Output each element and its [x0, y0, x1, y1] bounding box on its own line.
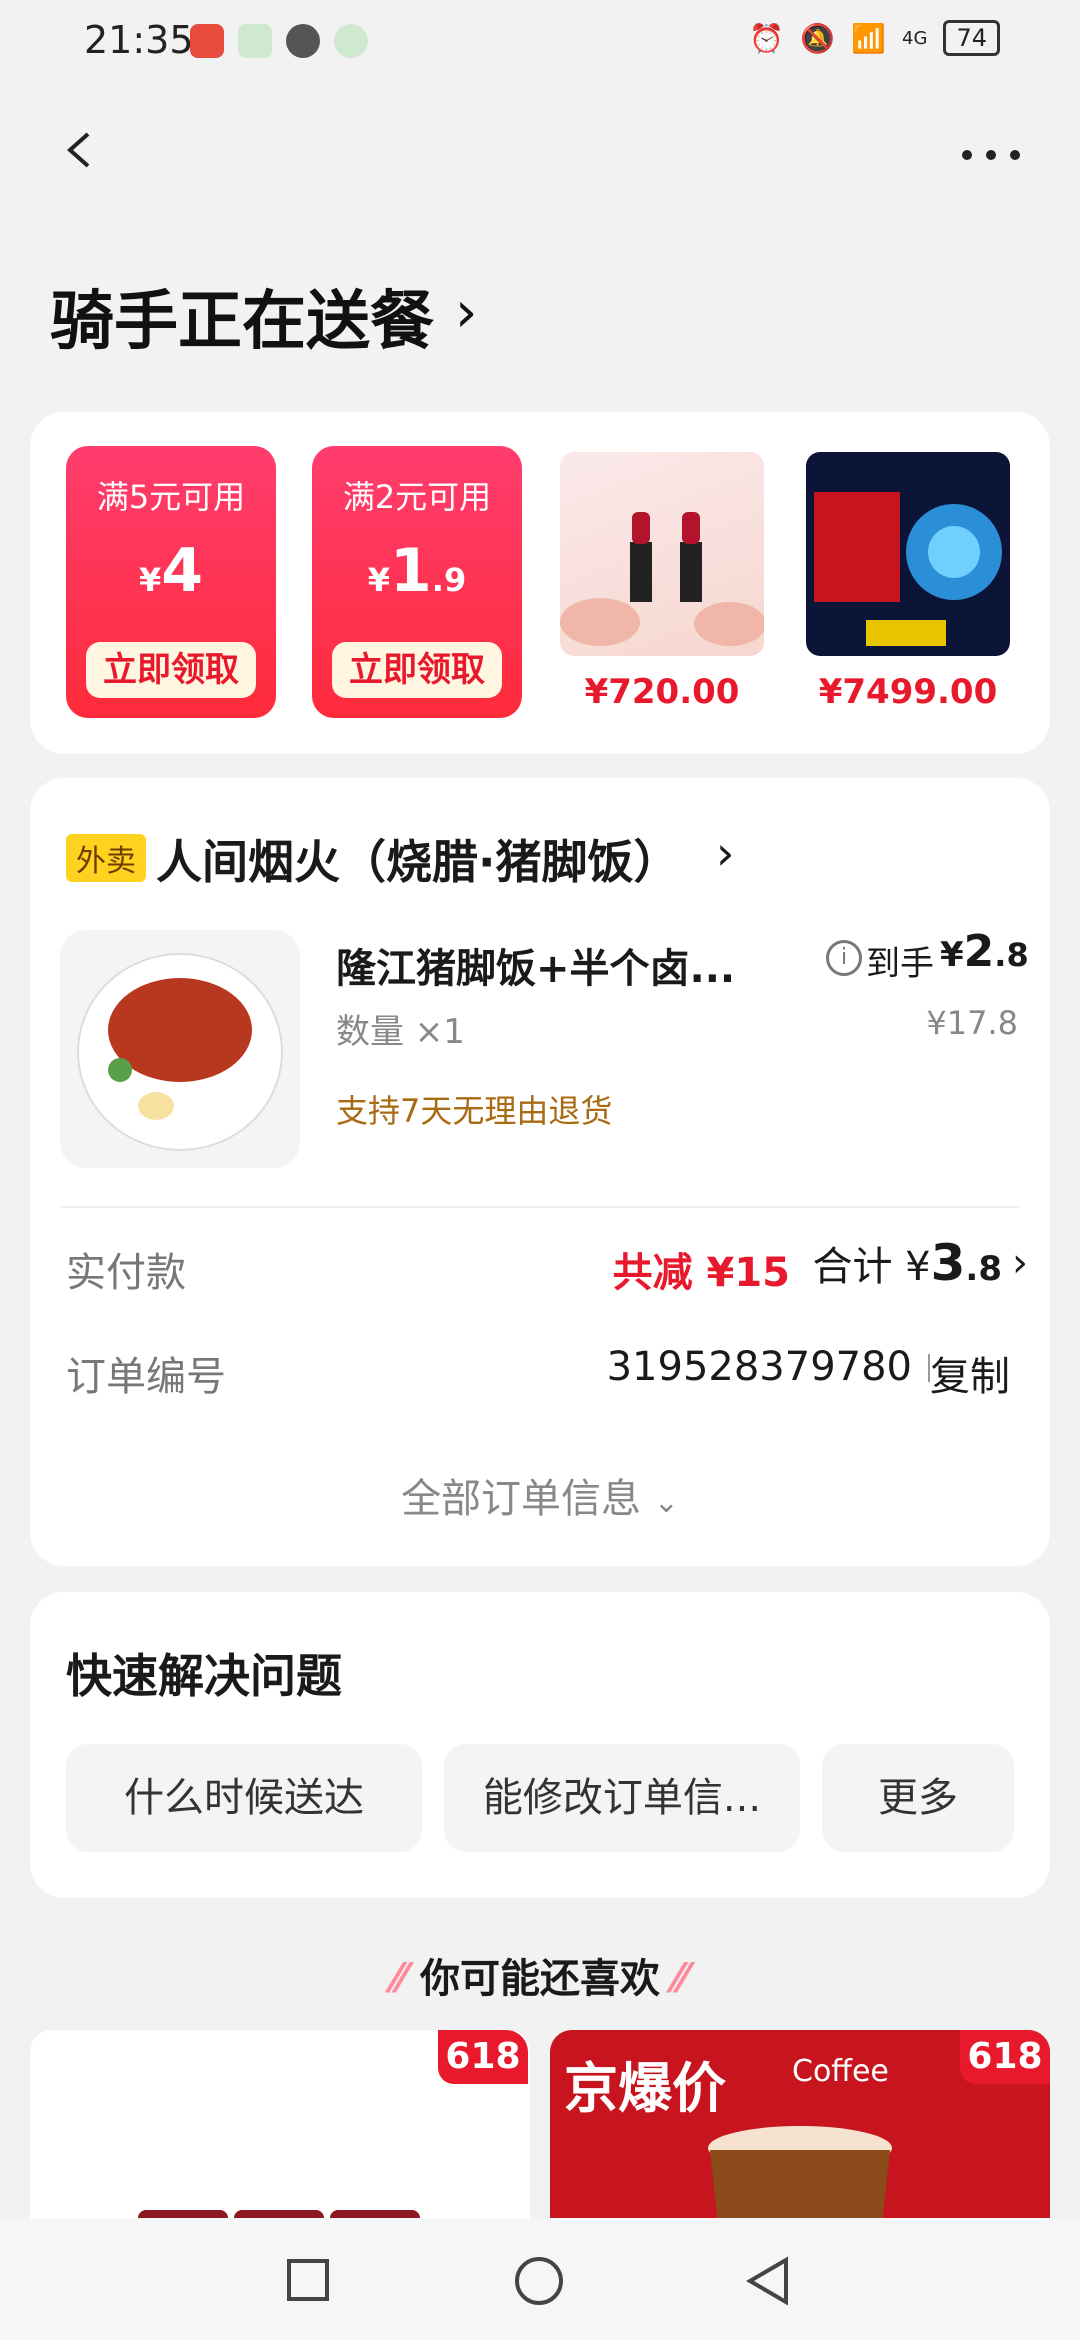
original-price: ¥17.8	[926, 1004, 1018, 1042]
copy-button[interactable]: 复制	[930, 1344, 1010, 1402]
mute-icon: 🔕	[800, 21, 836, 55]
status-bar: 21:35 ⏰ 🔕 📶 4G 74	[0, 0, 1080, 84]
order-number: 319528379780	[606, 1344, 912, 1390]
system-icons: ⏰ 🔕 📶 4G 74	[749, 20, 1000, 56]
app-notification-icon	[238, 24, 272, 58]
product-image-tv[interactable]	[806, 452, 1010, 656]
coupon-condition: 满5元可用	[96, 478, 246, 516]
recommend-title: ⁄⁄ 你可能还喜欢 ⁄⁄	[392, 1956, 688, 2002]
more-chip[interactable]: 更多	[822, 1744, 1014, 1852]
coupon-card[interactable]: 满2元可用 ¥1.9 立即领取	[312, 446, 522, 718]
coupon-amount: ¥4	[138, 536, 203, 606]
product-price[interactable]: ¥720.00	[560, 672, 764, 712]
quick-help-chip[interactable]: 什么时候送达	[66, 1744, 422, 1852]
item-quantity: 数量 ×1	[336, 1012, 465, 1052]
recents-icon[interactable]	[286, 2258, 330, 2302]
claim-button[interactable]: 立即领取	[332, 642, 502, 698]
food-image[interactable]	[60, 930, 300, 1168]
status-time: 21:35	[84, 18, 194, 62]
more-menu-icon[interactable]	[962, 150, 1020, 160]
info-icon[interactable]: i	[826, 940, 862, 976]
all-order-info-toggle[interactable]: 全部订单信息 ⌄	[0, 1466, 1080, 1524]
system-navigation-bar	[0, 2218, 1080, 2340]
refund-policy: 支持7天无理由退货	[336, 1092, 613, 1130]
battery-indicator: 74	[943, 20, 1000, 56]
chevron-down-icon: ⌄	[653, 1485, 679, 1520]
chevron-right-icon[interactable]: ›	[716, 826, 734, 880]
notification-icons	[190, 24, 368, 58]
back-nav-icon[interactable]	[746, 2256, 790, 2306]
net-price-label: 到手	[866, 944, 934, 984]
signal-label: 4G	[902, 27, 928, 49]
home-icon[interactable]	[514, 2256, 564, 2306]
back-icon[interactable]	[60, 130, 100, 170]
618-badge: 618	[438, 2030, 528, 2084]
page-title[interactable]: 骑手正在送餐	[50, 270, 434, 362]
item-name[interactable]: 隆江猪脚饭+半个卤...	[336, 936, 735, 994]
coupon-amount: ¥1.9	[367, 536, 467, 606]
paid-label: 实付款	[66, 1250, 186, 1296]
decor-icon: ⁄⁄	[660, 1956, 688, 2002]
decor-icon: ⁄⁄	[392, 1956, 420, 2002]
shop-name[interactable]: 人间烟火（烧腊·猪脚饭）	[156, 826, 679, 892]
618-badge: 618	[960, 2030, 1050, 2084]
chevron-right-icon[interactable]: ›	[455, 280, 477, 345]
order-card	[30, 778, 1050, 1566]
divider	[60, 1206, 1020, 1208]
app-notification-icon	[334, 24, 368, 58]
net-price: ¥2.8	[940, 926, 1029, 977]
order-number-label: 订单编号	[66, 1354, 226, 1400]
saving-amount: 共减 ¥15	[612, 1250, 790, 1296]
wechat-icon	[286, 24, 320, 58]
product-price[interactable]: ¥7499.00	[806, 672, 1010, 712]
app-notification-icon	[190, 24, 224, 58]
quick-help-title: 快速解决问题	[66, 1649, 342, 1703]
wifi-icon: 📶	[851, 21, 887, 55]
quick-help-chip[interactable]: 能修改订单信...	[444, 1744, 800, 1852]
coupon-card[interactable]: 满5元可用 ¥4 立即领取	[66, 446, 276, 718]
chevron-right-icon[interactable]: ›	[1012, 1240, 1028, 1286]
claim-button[interactable]: 立即领取	[86, 642, 256, 698]
coupon-condition: 满2元可用	[342, 478, 492, 516]
product-image-lipstick[interactable]	[560, 452, 764, 656]
delivery-tag: 外卖	[66, 834, 146, 882]
alarm-icon: ⏰	[749, 21, 785, 55]
total-amount[interactable]: 合计 ¥3.8	[812, 1234, 1002, 1292]
